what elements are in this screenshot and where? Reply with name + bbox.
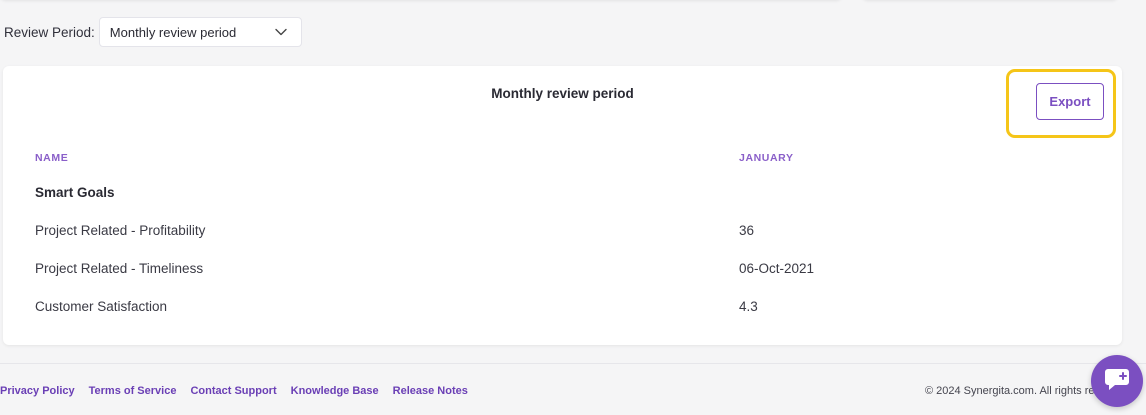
row-name-cell: Project Related - Profitability [35, 223, 206, 238]
chevron-down-icon [275, 26, 287, 38]
review-period-selected-value: Monthly review period [109, 24, 237, 40]
table-row: Customer Satisfaction 4.3 [3, 299, 1122, 319]
terms-of-service-link[interactable]: Terms of Service [89, 385, 177, 397]
report-card: Monthly review period Export NAME JANUAR… [3, 66, 1122, 345]
row-january-cell: 36 [739, 223, 755, 238]
row-january-cell: 4.3 [739, 299, 758, 314]
footer-links: Privacy Policy Terms of Service Contact … [0, 385, 468, 397]
row-name-cell: Project Related - Timeliness [35, 261, 204, 276]
column-header-january: JANUARY [739, 152, 794, 164]
export-button[interactable]: Export [1036, 83, 1104, 120]
footer-divider [0, 363, 1146, 364]
release-notes-link[interactable]: Release Notes [393, 385, 468, 397]
row-january-cell: 06-Oct-2021 [739, 261, 815, 276]
review-period-select[interactable]: Monthly review period [98, 17, 302, 47]
table-row: Project Related - Profitability 36 [3, 223, 1122, 243]
chat-icon [1103, 366, 1131, 397]
table-row: Project Related - Timeliness 06-Oct-2021 [3, 261, 1122, 281]
column-header-name: NAME [35, 152, 69, 164]
privacy-policy-link[interactable]: Privacy Policy [0, 385, 75, 397]
group-title: Smart Goals [35, 185, 115, 200]
review-period-row: Review Period: Monthly review period [4, 17, 302, 47]
chat-button[interactable] [1091, 355, 1143, 407]
review-period-label: Review Period: [4, 24, 95, 40]
copyright-text: © 2024 Synergita.com. All rights res [924, 385, 1100, 397]
knowledge-base-link[interactable]: Knowledge Base [291, 385, 379, 397]
report-title: Monthly review period [491, 86, 634, 101]
row-name-cell: Customer Satisfaction [35, 299, 168, 314]
contact-support-link[interactable]: Contact Support [190, 385, 276, 397]
